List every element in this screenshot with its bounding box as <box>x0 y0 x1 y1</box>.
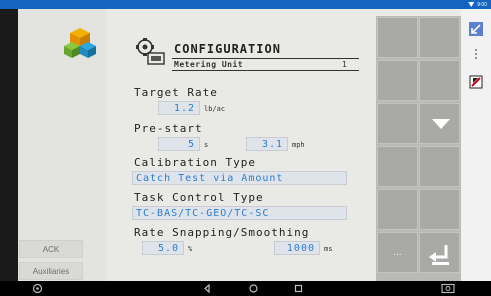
softkey-3[interactable] <box>377 60 418 101</box>
rate-snapping-percent-unit: % <box>188 245 193 253</box>
status-time: 9:00 <box>477 1 487 8</box>
rate-snapping-percent-field[interactable]: 5.0 <box>142 241 184 255</box>
down-arrow-icon <box>432 119 450 129</box>
pre-start-time-unit: s <box>204 141 209 149</box>
softkey-1[interactable] <box>377 17 418 58</box>
status-icons: 9:00 <box>468 0 487 9</box>
rate-snapping-label: Rate Snapping/Smoothing <box>134 226 310 239</box>
softkey-9[interactable] <box>377 189 418 230</box>
title-divider <box>172 58 359 59</box>
softkey-7[interactable] <box>377 146 418 187</box>
pre-start-speed-field[interactable]: 3.1 <box>246 137 288 151</box>
page-subtitle: Metering Unit <box>174 60 244 69</box>
rate-smoothing-ms-unit: ms <box>324 245 333 253</box>
configuration-panel: CONFIGURATION Metering Unit 1 Target Rat… <box>106 16 362 281</box>
pre-start-time-field[interactable]: 5 <box>158 137 200 151</box>
calibration-type-label: Calibration Type <box>134 156 256 169</box>
softkey-8[interactable] <box>419 146 460 187</box>
softkey-5[interactable] <box>377 103 418 144</box>
auxiliaries-button[interactable]: Auxiliaries <box>19 262 83 280</box>
metering-unit-icon <box>134 37 166 67</box>
calibration-type-field[interactable]: Catch Test via Amount <box>132 171 347 185</box>
circle-home-icon[interactable] <box>248 283 259 294</box>
rate-smoothing-ms-field[interactable]: 1000 <box>274 241 320 255</box>
unit-number: 1 <box>342 60 347 69</box>
subtitle-divider <box>172 70 359 71</box>
ack-button[interactable]: ACK <box>19 240 83 258</box>
home-icon[interactable] <box>32 283 43 294</box>
minimize-icon[interactable] <box>469 22 483 36</box>
system-nav-bar <box>0 281 491 296</box>
pre-start-speed-unit: mph <box>292 141 305 149</box>
menu-icon[interactable] <box>469 47 483 61</box>
back-icon[interactable] <box>202 283 213 294</box>
task-control-type-field[interactable]: TC-BAS/TC-GEO/TC-SC <box>132 206 347 220</box>
more-label: ... <box>393 247 402 258</box>
pre-start-label: Pre-start <box>134 122 203 135</box>
alarm-icon[interactable] <box>469 75 483 89</box>
target-rate-label: Target Rate <box>134 86 218 99</box>
return-button[interactable] <box>419 232 460 273</box>
wifi-icon <box>468 2 475 7</box>
screenshot-icon[interactable] <box>441 283 455 294</box>
page-title: CONFIGURATION <box>174 42 281 56</box>
softkey-10[interactable] <box>419 189 460 230</box>
softkey-panel: ... <box>376 16 461 281</box>
scroll-down-button[interactable] <box>419 103 460 144</box>
more-softkeys-button[interactable]: ... <box>377 232 418 273</box>
return-icon <box>429 245 449 265</box>
softkey-2[interactable] <box>419 17 460 58</box>
status-bar: 9:00 <box>0 0 491 9</box>
app-logo-icon <box>60 22 100 62</box>
target-rate-unit: lb/ac <box>204 105 226 113</box>
right-toolbar <box>461 9 491 281</box>
target-rate-field[interactable]: 1.2 <box>158 101 200 115</box>
task-control-type-label: Task Control Type <box>134 191 264 204</box>
recents-icon[interactable] <box>293 283 304 294</box>
softkey-4[interactable] <box>419 60 460 101</box>
